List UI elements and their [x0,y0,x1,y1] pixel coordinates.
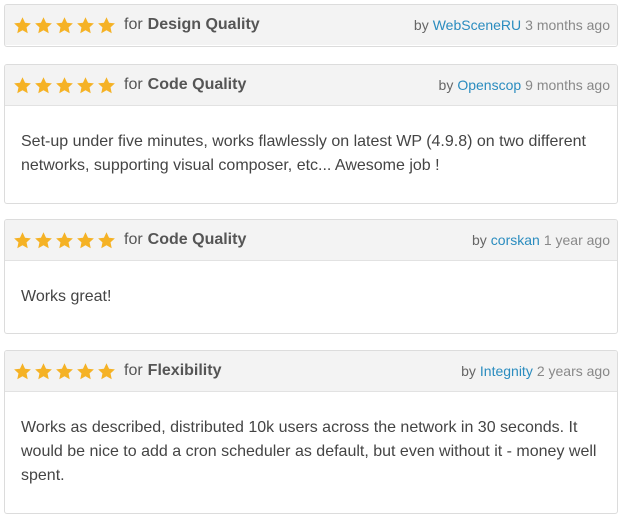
star-icon [98,16,115,33]
review-text: Set-up under five minutes, works flawles… [21,133,586,174]
star-icon [56,231,73,248]
review-category: Code Quality [147,231,247,248]
review-text: Works as described, distributed 10k user… [21,419,597,484]
review-meta: by WebSceneRU 3 months ago [414,17,610,33]
star-icon [77,16,94,33]
review-category: Code Quality [147,76,247,93]
review-header: for Design Quality by WebSceneRU 3 month… [5,5,617,45]
star-icon [98,362,115,379]
star-icon [56,362,73,379]
by-label: by [461,363,476,379]
star-rating [13,76,116,95]
by-label: by [413,17,429,33]
star-icon [14,16,31,33]
for-label: for [124,76,143,93]
review-rating: for Code Quality [13,231,246,250]
review-rating: for Design Quality [13,16,260,35]
for-label: for [124,231,143,248]
star-icon [35,16,52,33]
author-link[interactable]: WebSceneRU [433,17,521,33]
review-time: 3 months ago [525,17,610,33]
star-rating [13,16,116,35]
review-time: 9 months ago [525,77,610,93]
by-label: by [472,232,487,248]
star-icon [14,362,31,379]
star-icon [56,16,73,33]
review-category: Design Quality [147,16,260,33]
for-label: for [124,16,143,33]
star-icon [77,362,94,379]
author-link[interactable]: corskan [491,232,540,248]
for-label: for [124,362,143,379]
review-meta: by Integnity 2 years ago [461,363,610,379]
star-icon [14,76,31,93]
star-icon [35,231,52,248]
review-card: for Flexibility by Integnity 2 years ago… [4,350,618,514]
review-header: for Flexibility by Integnity 2 years ago [5,351,617,392]
review-rating: for Flexibility [13,362,221,381]
reviews-list: for Design Quality by WebSceneRU 3 month… [0,0,625,519]
review-time: 1 year ago [543,232,610,248]
review-header: for Code Quality by Openscop 9 months ag… [5,65,617,106]
star-icon [35,362,52,379]
author-link[interactable]: Integnity [480,363,533,379]
star-icon [77,76,94,93]
review-card: for Code Quality by Openscop 9 months ag… [4,64,618,204]
by-label: by [438,77,454,93]
star-icon [35,76,52,93]
review-rating: for Code Quality [13,76,246,95]
review-text: Works great! [21,288,112,305]
review-card: for Design Quality by WebSceneRU 3 month… [4,4,618,47]
star-icon [98,231,115,248]
review-header: for Code Quality by corskan 1 year ago [5,220,617,261]
review-meta: by corskan 1 year ago [472,232,610,248]
star-icon [98,76,115,93]
review-category: Flexibility [147,362,222,379]
star-rating [13,362,116,381]
author-link[interactable]: Openscop [457,77,521,93]
star-icon [77,231,94,248]
star-icon [56,76,73,93]
review-meta: by Openscop 9 months ago [439,77,610,93]
star-rating [13,231,116,250]
review-time: 2 years ago [536,363,610,379]
review-card: for Code Quality by corskan 1 year ago W… [4,219,618,334]
star-icon [14,231,31,248]
